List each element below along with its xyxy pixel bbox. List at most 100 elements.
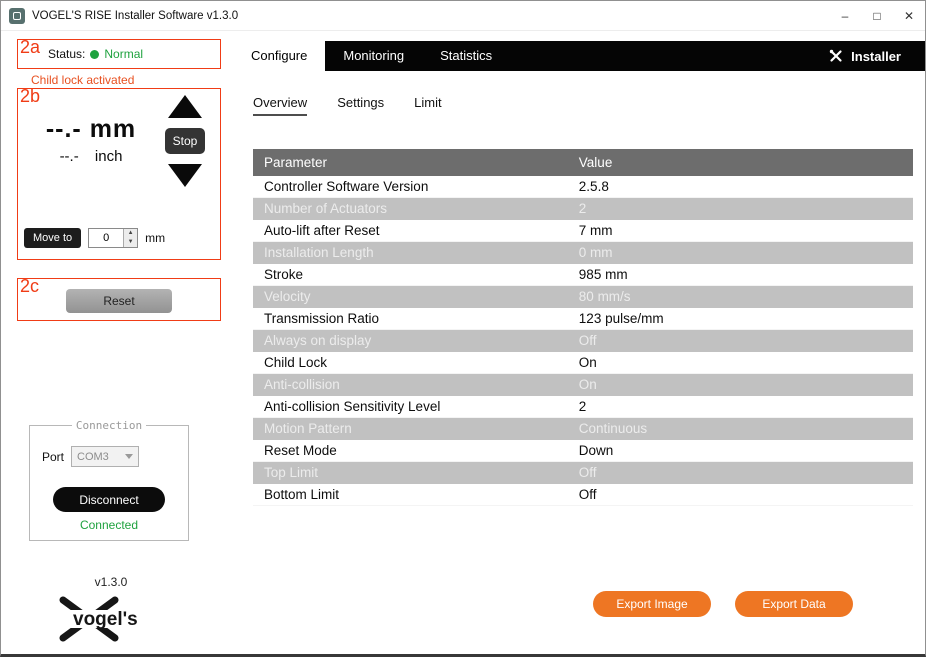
table-row: Always on displayOff bbox=[253, 330, 913, 352]
parameter-value: 2 bbox=[570, 396, 913, 417]
parameter-value: 7 mm bbox=[570, 220, 913, 241]
table-row: Velocity80 mm/s bbox=[253, 286, 913, 308]
move-to-unit: mm bbox=[145, 231, 165, 245]
position-inch-value: --.- bbox=[60, 148, 79, 165]
parameter-value: On bbox=[570, 352, 913, 373]
position-mm-unit: mm bbox=[90, 115, 136, 143]
parameter-value: Continuous bbox=[570, 418, 913, 440]
app-version: v1.3.0 bbox=[1, 575, 221, 589]
port-select[interactable]: COM3 bbox=[71, 446, 139, 467]
export-image-button[interactable]: Export Image bbox=[593, 591, 711, 617]
logo-wordmark: vogel's bbox=[73, 609, 138, 630]
move-to-value-input[interactable] bbox=[89, 229, 123, 247]
table-row: Motion PatternContinuous bbox=[253, 418, 913, 440]
table-row: Anti-collision Sensitivity Level2 bbox=[253, 396, 913, 418]
spin-down-icon[interactable]: ▼ bbox=[124, 238, 137, 247]
annotation-2a: 2a Status: Normal bbox=[17, 39, 221, 69]
disconnect-button[interactable]: Disconnect bbox=[53, 487, 165, 512]
installer-label: Installer bbox=[851, 49, 901, 64]
installer-tools-icon bbox=[828, 48, 844, 64]
export-actions: Export Image Export Data bbox=[593, 591, 853, 617]
parameter-value: On bbox=[570, 374, 913, 396]
status-row: Status: Normal bbox=[18, 40, 220, 68]
annotation-2b: 2b --.- mm --.- inch Stop bbox=[17, 88, 221, 260]
subtab-limit[interactable]: Limit bbox=[414, 95, 441, 116]
subtab-settings[interactable]: Settings bbox=[337, 95, 384, 116]
sidebar: 2a Status: Normal Child lock activated 2… bbox=[1, 31, 233, 653]
jog-down-button[interactable] bbox=[168, 164, 202, 187]
spin-up-icon[interactable]: ▲ bbox=[124, 229, 137, 238]
position-inch-unit: inch bbox=[95, 148, 123, 165]
table-row: Installation Length0 mm bbox=[253, 242, 913, 264]
tab-monitoring[interactable]: Monitoring bbox=[325, 41, 422, 71]
position-readout: --.- mm --.- inch bbox=[24, 115, 158, 165]
table-row: Controller Software Version2.5.8 bbox=[253, 176, 913, 198]
table-header: Parameter Value bbox=[253, 149, 913, 176]
app-window: VOGEL'S RISE Installer Software v1.3.0 –… bbox=[0, 0, 926, 657]
top-nav: ConfigureMonitoringStatistics Installer bbox=[233, 41, 925, 71]
tab-configure[interactable]: Configure bbox=[233, 41, 325, 71]
move-to-stepper[interactable]: ▲ ▼ bbox=[88, 228, 138, 248]
parameter-name: Anti-collision Sensitivity Level bbox=[253, 396, 570, 417]
status-label: Status: bbox=[48, 47, 85, 61]
parameter-name: Reset Mode bbox=[253, 440, 570, 461]
position-mm-value: --.- bbox=[46, 115, 82, 143]
minimize-button[interactable]: – bbox=[829, 1, 861, 31]
parameter-name: Controller Software Version bbox=[253, 176, 570, 197]
parameter-name: Transmission Ratio bbox=[253, 308, 570, 329]
window-title: VOGEL'S RISE Installer Software v1.3.0 bbox=[32, 10, 238, 22]
parameter-name: Auto-lift after Reset bbox=[253, 220, 570, 241]
tab-statistics[interactable]: Statistics bbox=[422, 41, 510, 71]
parameter-value: Off bbox=[570, 330, 913, 352]
table-row: Reset ModeDown bbox=[253, 440, 913, 462]
parameter-value: Off bbox=[570, 462, 913, 484]
port-value: COM3 bbox=[77, 451, 109, 463]
header-value: Value bbox=[570, 149, 913, 176]
close-button[interactable]: ✕ bbox=[893, 1, 925, 31]
sub-tabs: Overview Settings Limit bbox=[253, 95, 442, 116]
parameter-value: 0 mm bbox=[570, 242, 913, 264]
table-row: Number of Actuators2 bbox=[253, 198, 913, 220]
installer-badge: Installer bbox=[828, 41, 925, 71]
chevron-down-icon bbox=[125, 454, 133, 459]
stop-button[interactable]: Stop bbox=[165, 128, 205, 154]
reset-button[interactable]: Reset bbox=[66, 289, 172, 313]
parameter-value: Down bbox=[570, 440, 913, 461]
parameter-name: Bottom Limit bbox=[253, 484, 570, 505]
subtab-overview[interactable]: Overview bbox=[253, 95, 307, 116]
title-bar: VOGEL'S RISE Installer Software v1.3.0 –… bbox=[1, 1, 925, 31]
child-lock-notice: Child lock activated bbox=[31, 73, 134, 87]
table-row: Bottom LimitOff bbox=[253, 484, 913, 506]
parameter-name: Motion Pattern bbox=[253, 418, 570, 440]
parameter-value: 123 pulse/mm bbox=[570, 308, 913, 329]
parameter-value: Off bbox=[570, 484, 913, 505]
connection-status: Connected bbox=[30, 518, 188, 532]
parameter-name: Velocity bbox=[253, 286, 570, 308]
parameter-value: 2.5.8 bbox=[570, 176, 913, 197]
table-row: Auto-lift after Reset7 mm bbox=[253, 220, 913, 242]
vogels-logo: vogel's bbox=[53, 593, 165, 650]
connection-group: Connection Port COM3 Disconnect Connecte… bbox=[29, 419, 189, 541]
parameter-name: Installation Length bbox=[253, 242, 570, 264]
parameter-value: 985 mm bbox=[570, 264, 913, 285]
table-row: Transmission Ratio123 pulse/mm bbox=[253, 308, 913, 330]
move-to-button[interactable]: Move to bbox=[24, 228, 81, 248]
status-dot-icon bbox=[90, 50, 99, 59]
table-row: Stroke985 mm bbox=[253, 264, 913, 286]
parameter-name: Stroke bbox=[253, 264, 570, 285]
table-row: Top LimitOff bbox=[253, 462, 913, 484]
maximize-button[interactable]: □ bbox=[861, 1, 893, 31]
parameter-value: 2 bbox=[570, 198, 913, 220]
parameter-name: Child Lock bbox=[253, 352, 570, 373]
annotation-2b-label: 2b bbox=[20, 87, 40, 107]
export-data-button[interactable]: Export Data bbox=[735, 591, 853, 617]
parameter-name: Number of Actuators bbox=[253, 198, 570, 220]
parameter-value: 80 mm/s bbox=[570, 286, 913, 308]
jog-up-button[interactable] bbox=[168, 95, 202, 118]
status-value: Normal bbox=[104, 47, 143, 61]
parameter-table: Parameter Value Controller Software Vers… bbox=[253, 149, 913, 506]
table-row: Child LockOn bbox=[253, 352, 913, 374]
header-parameter: Parameter bbox=[253, 149, 570, 176]
port-label: Port bbox=[42, 450, 64, 464]
parameter-name: Top Limit bbox=[253, 462, 570, 484]
